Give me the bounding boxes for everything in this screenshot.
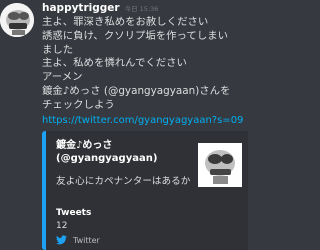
message-line: 主よ、罪深き私めをお赦しください xyxy=(42,16,209,28)
user-avatar[interactable] xyxy=(0,3,34,37)
embed-footer: Twitter xyxy=(56,235,100,245)
message-line: チェックしよう xyxy=(42,98,115,111)
twitter-embed: 鍍金♪めっさ (@gyangyagyaan) 友よ心にカペナンターはあるか Tw… xyxy=(42,131,248,250)
twitter-bird-icon xyxy=(56,235,67,245)
message-content: 主よ、罪深き私めをお赦しください 誘惑に負け、クソリプ垢を作ってしまい ました … xyxy=(42,16,248,113)
embed-field-name: Tweets xyxy=(56,208,92,218)
username[interactable]: happytrigger xyxy=(42,2,120,14)
embed-footer-text: Twitter xyxy=(73,235,100,245)
embed-field-value: 12 xyxy=(56,221,68,231)
message-line: アーメン xyxy=(42,71,83,84)
message-header: happytrigger 今日 15:36 xyxy=(42,2,158,14)
embed-thumbnail[interactable] xyxy=(198,143,242,187)
embed-author-name[interactable]: 鍍金♪めっさ xyxy=(56,139,157,152)
thumbnail-image xyxy=(198,143,242,187)
message-link[interactable]: https://twitter.com/gyangyagyaan?s=09 xyxy=(42,115,243,126)
avatar-image xyxy=(0,3,34,37)
message-line: 主よ、私めを憐れんでください xyxy=(42,57,187,70)
message-line: 誘惑に負け、クソリプ垢を作ってしまい xyxy=(42,29,228,42)
embed-author-handle[interactable]: (@gyangyagyaan) xyxy=(56,152,157,165)
message-line: 鍍金♪めっさ (@gyangyagyaan)さんを xyxy=(42,84,231,97)
embed-author[interactable]: 鍍金♪めっさ (@gyangyagyaan) xyxy=(56,139,157,165)
timestamp: 今日 15:36 xyxy=(124,5,159,13)
embed-description: 友よ心にカペナンターはあるか xyxy=(56,176,191,187)
message-line: ました xyxy=(42,43,74,56)
